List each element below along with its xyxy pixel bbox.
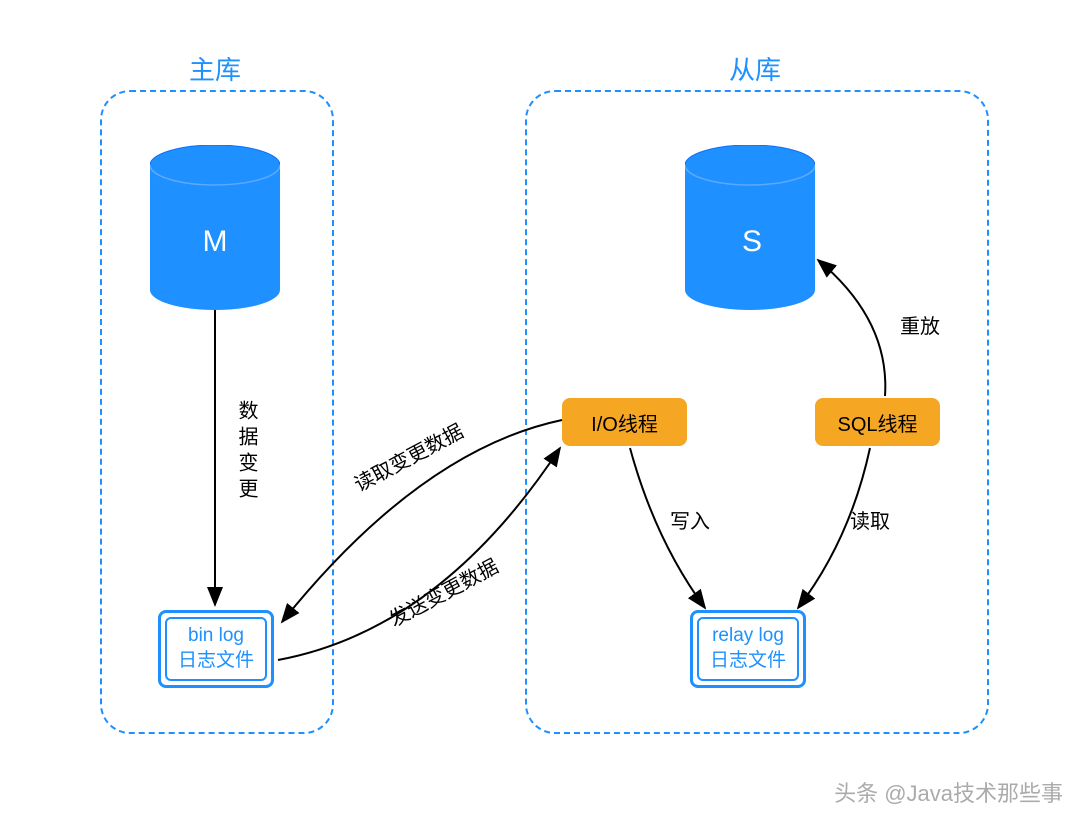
read-change-label: 读取变更数据 [348, 415, 468, 497]
sql-thread-label: SQL线程 [837, 408, 917, 437]
binlog-title: bin log [188, 624, 244, 649]
binlog-subtitle: 日志文件 [178, 649, 254, 674]
relaylog-subtitle: 日志文件 [710, 649, 786, 674]
write-label: 写入 [670, 505, 710, 534]
master-db-label: M [200, 225, 230, 259]
data-change-label: 数据变更 [232, 400, 261, 504]
watermark: 头条 @Java技术那些事 [834, 776, 1063, 808]
relaylog-box: relay log 日志文件 [690, 610, 806, 688]
binlog-box: bin log 日志文件 [158, 610, 274, 688]
send-change-label: 发送变更数据 [383, 550, 503, 632]
master-title: 主库 [185, 50, 245, 87]
io-thread-label: I/O线程 [591, 408, 658, 437]
io-thread-box: I/O线程 [562, 398, 687, 446]
slave-db-label: S [737, 225, 767, 259]
slave-title: 从库 [725, 50, 785, 87]
replay-label: 重放 [900, 310, 940, 339]
sql-thread-box: SQL线程 [815, 398, 940, 446]
read-label: 读取 [850, 505, 890, 534]
relaylog-title: relay log [712, 624, 784, 649]
